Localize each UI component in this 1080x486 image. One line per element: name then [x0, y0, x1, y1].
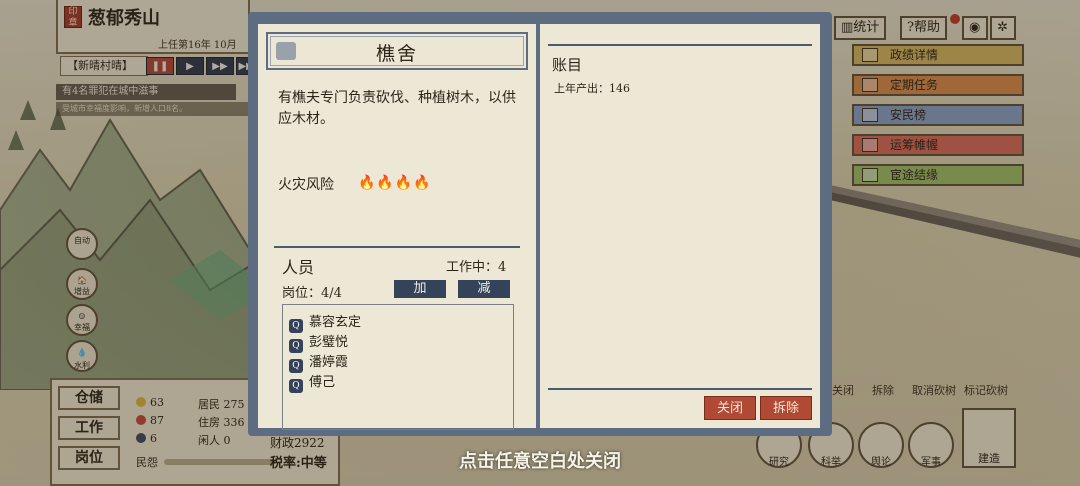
fire-risk-label: 火灾风险	[278, 177, 334, 193]
building-title: 樵舍	[375, 43, 418, 65]
demolish-button[interactable]: 拆除	[760, 396, 812, 420]
ledger-title: 账目	[552, 56, 583, 74]
list-item[interactable]: Q 彭璧悦	[289, 331, 348, 353]
building-description: 有樵夫专门负责砍伐、种植树木，以供应木材。	[278, 90, 516, 127]
building-detail-modal: 樵舍 有樵夫专门负责砍伐、种植树木，以供应木材。 火灾风险 🔥🔥🔥🔥 人员 工作…	[248, 12, 832, 436]
posts-count: 岗位：4/4	[282, 286, 342, 301]
ledger-line: 上年产出：146	[554, 82, 630, 95]
fire-icon: 🔥🔥🔥🔥	[358, 175, 432, 191]
title-box: 樵舍	[266, 32, 528, 70]
building-info-panel: 樵舍 有樵夫专门负责砍伐、种植树木，以供应木材。 火灾风险 🔥🔥🔥🔥 人员 工作…	[258, 24, 536, 430]
working-count: 工作中：4	[446, 260, 507, 275]
add-worker-button[interactable]: 加	[394, 280, 446, 298]
close-button[interactable]: 关闭	[704, 396, 756, 420]
list-item[interactable]: Q 潘婷霞	[289, 351, 348, 373]
list-item[interactable]: Q 傅己	[289, 371, 335, 393]
close-hint: 点击任意空白处关闭	[459, 451, 621, 472]
staff-list: Q 慕容玄定 Q 彭璧悦 Q 潘婷霞 Q 傅己	[282, 304, 514, 430]
divider	[548, 44, 812, 46]
divider	[274, 246, 520, 248]
staff-title: 人员	[282, 258, 315, 277]
divider	[548, 388, 812, 390]
search-icon[interactable]: Q	[289, 379, 303, 393]
list-item[interactable]: Q 慕容玄定	[289, 311, 361, 333]
remove-worker-button[interactable]: 减	[458, 280, 510, 298]
ledger-panel: 账目 上年产出：146 关闭 拆除	[540, 24, 820, 428]
